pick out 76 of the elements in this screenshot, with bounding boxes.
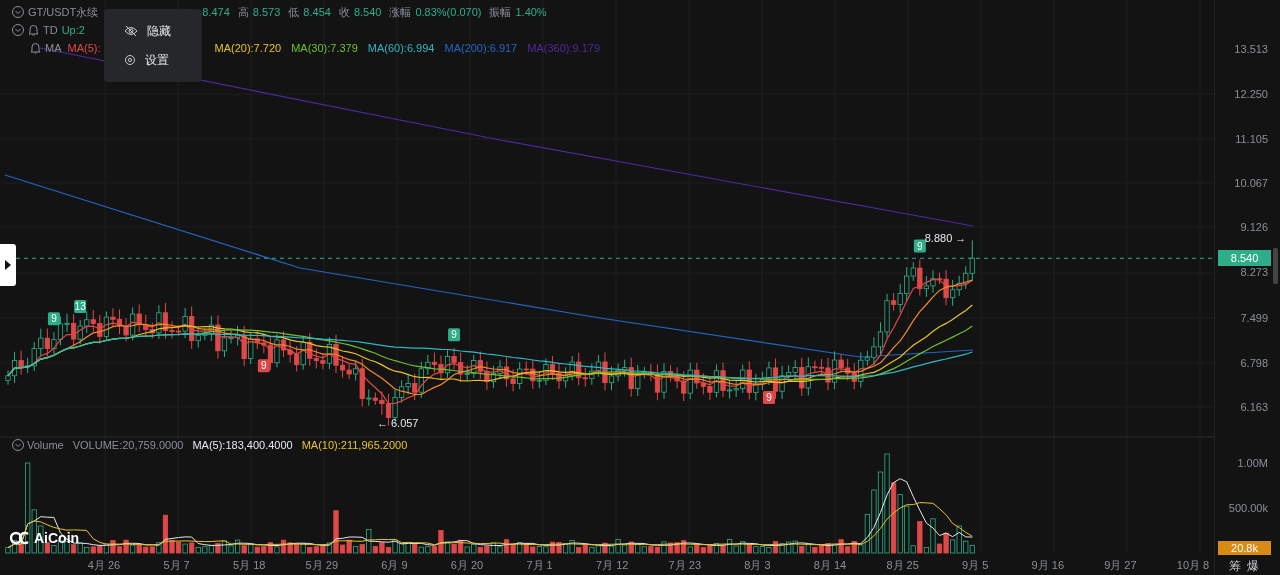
volume-title: Volume: [27, 439, 64, 451]
date-tick: 10月 8: [1176, 558, 1210, 573]
quote-label: 振幅: [489, 4, 512, 20]
quote-label: 低: [288, 4, 300, 20]
td-count-badge: 9: [47, 312, 60, 326]
date-tick: 7月 12: [596, 558, 629, 573]
logo-icon: [10, 531, 30, 545]
quote-value: 8.474: [202, 6, 230, 18]
quote-value: 1.40%: [515, 6, 547, 18]
date-tick: 4月 26: [87, 558, 121, 573]
td-count-badge: 9: [913, 239, 926, 253]
quote-label: 收: [338, 4, 350, 20]
price-tick: 8.273: [1240, 266, 1268, 279]
quote-value: 0.83%(0.070): [415, 6, 482, 18]
date-tick: 8月 14: [813, 558, 847, 573]
td-count-badge: 9: [448, 328, 461, 342]
date-tick: 9月 16: [1031, 558, 1064, 573]
symbol-label: GT/USDT永续: [28, 4, 99, 20]
date-tick: 6月 20: [450, 558, 484, 573]
collapse-icon[interactable]: [12, 439, 24, 451]
indicator-value: Up:2: [61, 24, 85, 36]
menu-item[interactable]: 设置: [124, 51, 202, 69]
last-volume-tag: 20.8k: [1218, 541, 1272, 555]
price-tick: 6.798: [1240, 357, 1268, 369]
side-tab[interactable]: 爆: [1247, 558, 1260, 575]
low-price-label: ← 6.057: [376, 416, 419, 429]
price-tick: 10.067: [1234, 177, 1268, 189]
eye-hidden-icon: [124, 25, 138, 37]
date-tick: 7月 1: [526, 558, 553, 573]
price-tick: 6.163: [1240, 401, 1268, 413]
date-tick: 9月 5: [962, 558, 989, 573]
volume-value: VOLUME:20,759.0000: [72, 439, 184, 451]
collapse-icon[interactable]: [12, 24, 24, 36]
indicator-label: TD: [43, 24, 58, 36]
date-tick: 6月 9: [381, 558, 408, 573]
side-tab[interactable]: 筹: [1229, 558, 1242, 575]
last-price-tag: 8.540: [1218, 250, 1272, 267]
price-tick: 7.499: [1240, 312, 1268, 324]
volume-value: MA(5):183,400.4000: [192, 439, 293, 451]
volume-value: MA(10):211,965.2000: [301, 439, 408, 451]
quote-value: 8.454: [303, 6, 331, 18]
menu-item[interactable]: 隐藏: [124, 22, 202, 40]
scrollbar-thumb[interactable]: [1273, 248, 1278, 284]
td-count-badge: 9: [257, 359, 270, 373]
date-tick: 5月 18: [233, 558, 266, 573]
bell-icon[interactable]: [28, 24, 39, 36]
price-tick: 13.513: [1234, 43, 1268, 55]
collapse-icon[interactable]: [12, 6, 24, 18]
expand-button[interactable]: [0, 244, 16, 286]
volume-tick: 500.00k: [1228, 502, 1268, 514]
volume-tick: 1.00M: [1237, 457, 1268, 469]
price-tick: 9.126: [1240, 221, 1268, 233]
date-tick: 5月 29: [305, 558, 338, 573]
price-tick: 12.250: [1234, 88, 1268, 100]
moving-average-value: MA(360):9.179: [527, 42, 600, 54]
td-count-badge: 13: [74, 299, 87, 313]
date-tick: 7月 23: [668, 558, 701, 573]
moving-average-value: MA(200):6.917: [444, 42, 518, 54]
quote-label: 高: [237, 4, 249, 20]
bell-icon[interactable]: [30, 42, 41, 54]
moving-average-value: MA(20):7.720: [214, 42, 282, 54]
moving-average-value: MA(30):7.379: [291, 42, 358, 54]
date-tick: 5月 7: [163, 558, 190, 573]
quote-value: 8.573: [252, 6, 281, 18]
settings-icon: [124, 54, 136, 66]
indicator-label: MA: [45, 42, 62, 54]
date-tick: 8月 25: [886, 558, 919, 573]
high-price-label: 8.880 →: [924, 232, 967, 245]
quote-value: 8.540: [353, 6, 382, 18]
date-tick: 9月 27: [1104, 558, 1137, 573]
moving-average-value: MA(60):6.994: [367, 42, 435, 54]
date-tick: 8月 3: [744, 558, 771, 573]
caret-icon: [5, 260, 11, 270]
price-tick: 11.105: [1235, 133, 1268, 145]
quote-label: 涨幅: [389, 4, 412, 20]
moving-average-value: MA(5):: [67, 42, 101, 54]
